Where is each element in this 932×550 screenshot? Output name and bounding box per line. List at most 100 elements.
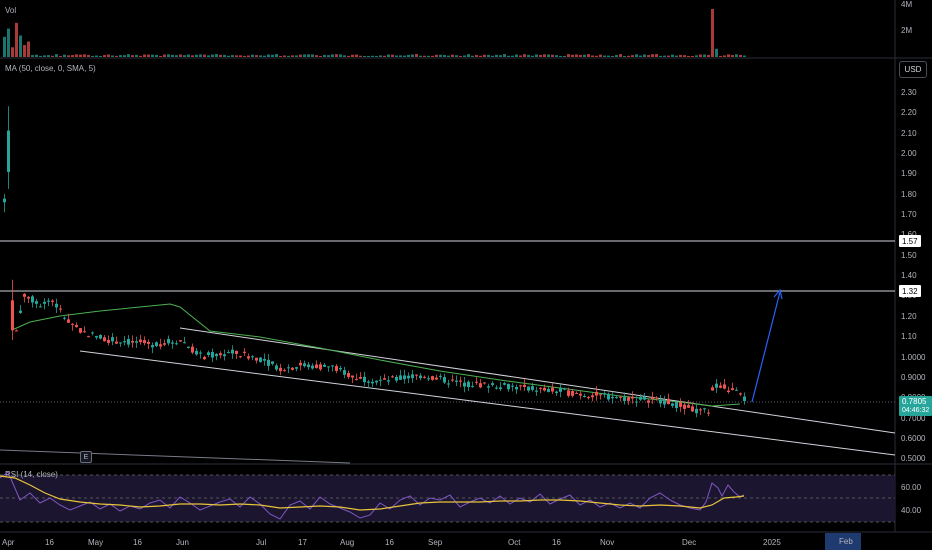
- candle: [627, 397, 630, 401]
- volume-bar: [559, 55, 562, 57]
- volume-bar: [591, 55, 594, 57]
- volume-bar: [371, 55, 374, 57]
- chart-canvas[interactable]: Vol MA (50, close, 0, SMA, 5) RSI (14, c…: [0, 0, 932, 550]
- candle: [131, 340, 134, 343]
- candle: [683, 404, 686, 409]
- volume-bar: [495, 54, 498, 57]
- volume-bar: [251, 54, 254, 57]
- price-axis-label: 0.5000: [901, 454, 926, 463]
- volume-bar: [487, 54, 490, 57]
- volume-bar: [387, 54, 390, 57]
- volume-bar: [511, 55, 514, 57]
- candle: [739, 393, 742, 395]
- volume-bar: [415, 54, 418, 57]
- candle: [395, 376, 398, 381]
- volume-bar: [563, 55, 566, 57]
- candle: [391, 376, 394, 378]
- price-axis-label: 1.50: [901, 251, 917, 260]
- candles[interactable]: [3, 106, 746, 418]
- candle: [611, 396, 614, 399]
- volume-axis-label: 2M: [901, 26, 912, 35]
- price-axis-label: 1.90: [901, 169, 917, 178]
- candle: [423, 376, 426, 378]
- volume-bar: [643, 54, 646, 57]
- time-axis-label: 17: [298, 538, 307, 547]
- volume-bar: [527, 54, 530, 57]
- volume-bar: [311, 54, 314, 57]
- candle: [359, 376, 362, 379]
- time-axis-label: Apr: [2, 538, 15, 547]
- volume-bar: [735, 54, 738, 57]
- volume-bar: [155, 54, 158, 57]
- candle: [703, 408, 706, 410]
- volume-bar: [11, 47, 14, 57]
- candle: [503, 383, 506, 385]
- volume-bar: [51, 55, 54, 57]
- volume-bar: [743, 55, 746, 57]
- volume-bar: [259, 55, 262, 57]
- projection-arrow[interactable]: [751, 288, 783, 403]
- candle: [347, 373, 350, 377]
- candle: [111, 337, 114, 342]
- volume-bar: [539, 54, 542, 57]
- candle: [519, 385, 522, 387]
- price-axis-label: 2.20: [901, 108, 917, 117]
- candle: [155, 342, 158, 347]
- volume-bar: [83, 54, 86, 57]
- candle: [535, 390, 538, 392]
- volume-bar: [475, 54, 478, 57]
- candle: [655, 397, 658, 399]
- volume-bar: [507, 55, 510, 57]
- candle: [643, 396, 646, 400]
- level-tag-1-57[interactable]: 1.57: [899, 235, 921, 247]
- candle: [163, 343, 166, 345]
- volume-bar: [75, 54, 78, 57]
- candle: [251, 356, 254, 358]
- volume-bar: [471, 55, 474, 57]
- earnings-event-marker[interactable]: E: [80, 451, 92, 463]
- channel-upper-line[interactable]: [179, 327, 896, 434]
- volume-bar: [95, 55, 98, 57]
- volume-bar: [679, 54, 682, 57]
- candle: [487, 386, 490, 388]
- volume-bar: [531, 55, 534, 57]
- volume-bar: [707, 54, 710, 57]
- time-axis[interactable]: Apr 16 May 16 Jun Jul 17 Aug 16 Sep Oct …: [2, 538, 781, 547]
- candle: [239, 356, 242, 358]
- volume-bar: [47, 55, 50, 57]
- volume-bar: [223, 54, 226, 57]
- candle: [567, 390, 570, 396]
- candle: [575, 392, 578, 394]
- channel-lower-line[interactable]: [79, 350, 896, 456]
- candle: [431, 376, 434, 380]
- volume-bar: [59, 55, 62, 57]
- candle: [447, 383, 450, 385]
- candle: [63, 317, 66, 319]
- price-axis-label: 2.00: [901, 149, 917, 158]
- candle: [223, 354, 226, 357]
- currency-selector[interactable]: USD: [899, 61, 927, 78]
- candle: [243, 351, 246, 353]
- earnings-line: [0, 449, 351, 464]
- level-tag-1-32[interactable]: 1.32: [899, 285, 921, 297]
- volume-bar: [575, 54, 578, 57]
- volume-bar: [595, 55, 598, 57]
- candle: [475, 381, 478, 383]
- candle: [407, 375, 410, 379]
- volume-bar: [363, 55, 366, 57]
- candle: [55, 303, 58, 308]
- volume-bar: [99, 55, 102, 57]
- ma-indicator-title[interactable]: MA (50, close, 0, SMA, 5): [5, 64, 96, 73]
- candle: [187, 346, 190, 348]
- candle: [707, 412, 710, 414]
- candle: [39, 306, 42, 308]
- volume-bar: [135, 54, 138, 57]
- candle: [623, 397, 626, 402]
- volume-bar: [275, 54, 278, 57]
- candle: [67, 319, 70, 323]
- volume-bar: [379, 55, 382, 57]
- volume-bar: [331, 54, 334, 57]
- candle: [95, 336, 98, 338]
- ma-line[interactable]: [11, 303, 741, 407]
- candle: [427, 378, 430, 380]
